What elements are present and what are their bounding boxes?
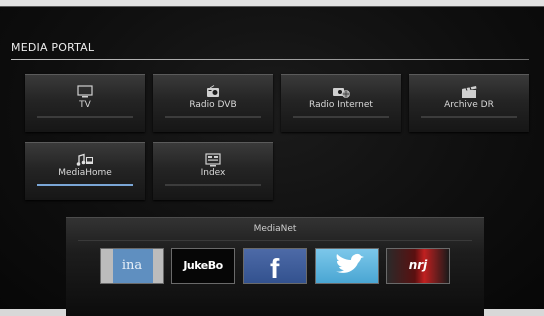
- tile-label: TV: [79, 100, 91, 110]
- tv-frame: MEDIA PORTAL TV Radio DVB Radio Internet…: [0, 6, 544, 316]
- page-title: MEDIA PORTAL: [11, 41, 95, 54]
- tile-bar: [165, 116, 261, 118]
- internet-radio-icon: [333, 88, 350, 98]
- tile-label: Radio DVB: [189, 100, 237, 110]
- app-jukebox[interactable]: JukeBo: [171, 248, 235, 284]
- medianet-title: MediaNet: [253, 224, 297, 234]
- facebook-logo: f: [270, 253, 280, 284]
- medianet-panel: MediaNet ina JukeBo f nrj: [66, 217, 484, 316]
- index-icon: [205, 153, 221, 167]
- radio-icon: [207, 85, 219, 97]
- app-ina[interactable]: ina: [100, 248, 164, 284]
- app-nrj[interactable]: nrj: [386, 248, 450, 284]
- tile-bar: [165, 184, 261, 186]
- tile-bar: [421, 116, 517, 118]
- tile-radio-internet[interactable]: Radio Internet: [281, 74, 401, 132]
- tile-label: Index: [200, 168, 226, 178]
- medianet-divider: [78, 240, 472, 241]
- tile-tv[interactable]: TV: [25, 74, 145, 132]
- media-home-icon: [76, 153, 93, 166]
- tile-label: MediaHome: [58, 168, 112, 178]
- screen: MEDIA PORTAL TV Radio DVB Radio Internet…: [0, 0, 544, 316]
- film-icon: [462, 86, 477, 98]
- tile-index[interactable]: Index: [153, 142, 273, 200]
- twitter-bird-icon: [336, 253, 364, 273]
- app-facebook[interactable]: f: [243, 248, 307, 284]
- tile-label: Radio Internet: [309, 100, 373, 110]
- tile-bar: [37, 116, 133, 118]
- app-twitter[interactable]: [315, 248, 379, 284]
- jukebox-logo: JukeBo: [183, 259, 223, 272]
- tile-bar: [293, 116, 389, 118]
- title-divider: [11, 59, 529, 60]
- tile-radio-dvb[interactable]: Radio DVB: [153, 74, 273, 132]
- focus-bar: [37, 184, 133, 186]
- tile-mediahome[interactable]: MediaHome: [25, 142, 145, 200]
- nrj-logo: nrj: [408, 258, 428, 272]
- tv-icon: [77, 85, 93, 98]
- tile-label: Archive DR: [444, 100, 494, 110]
- tile-archive-dr[interactable]: Archive DR: [409, 74, 529, 132]
- ina-logo: ina: [121, 258, 143, 273]
